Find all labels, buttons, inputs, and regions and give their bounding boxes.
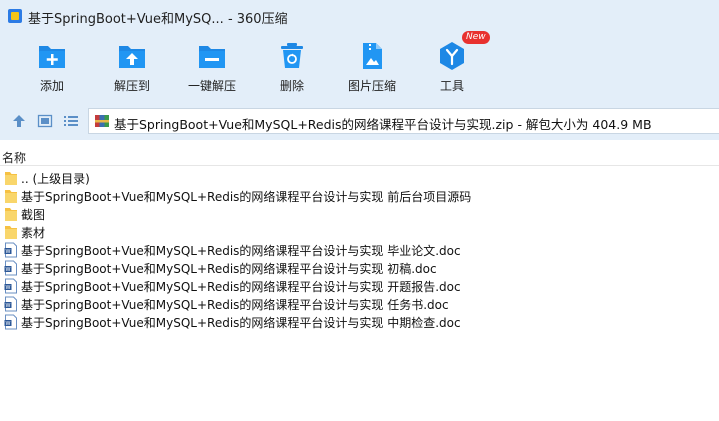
up-arrow-icon[interactable] [11, 113, 27, 129]
list-item[interactable]: .. (上级目录) [0, 169, 719, 187]
window-title: 基于SpringBoot+Vue和MySQ... - 360压缩 [28, 12, 288, 27]
list-view-icon[interactable] [63, 113, 79, 129]
svg-text:W: W [6, 321, 11, 327]
column-name[interactable]: 名称 [2, 149, 26, 166]
list-item[interactable]: W 基于SpringBoot+Vue和MySQL+Redis的网络课程平台设计与… [0, 241, 719, 259]
zip-archive-icon [95, 115, 109, 127]
one-click-extract-button[interactable]: 一键解压 [172, 36, 252, 98]
svg-text:W: W [6, 303, 11, 309]
toolbar: 添加 解压到 一键解压 删除 图片压缩 New 工具 [0, 31, 719, 98]
folder-icon [5, 208, 17, 221]
image-compress-icon [363, 43, 382, 69]
archive-path: 基于SpringBoot+Vue和MySQL+Redis的网络课程平台设计与实现… [114, 117, 652, 132]
doc-file-icon: W [4, 260, 17, 276]
folder-icon [5, 172, 17, 185]
extract-to-label: 解压到 [113, 79, 150, 93]
app-logo-icon [8, 9, 22, 23]
extract-to-icon [119, 46, 145, 68]
list-item[interactable]: 基于SpringBoot+Vue和MySQL+Redis的网络课程平台设计与实现… [0, 187, 719, 205]
delete-button[interactable]: 删除 [252, 36, 332, 98]
tools-button[interactable]: New 工具 [412, 31, 492, 98]
item-name: 基于SpringBoot+Vue和MySQL+Redis的网络课程平台设计与实现… [21, 298, 449, 312]
add-label: 添加 [39, 79, 64, 93]
doc-file-icon: W [4, 314, 17, 330]
column-header: 名称 [0, 146, 719, 166]
item-name: 基于SpringBoot+Vue和MySQL+Redis的网络课程平台设计与实现… [21, 280, 461, 294]
one-click-extract-icon [199, 46, 225, 68]
item-name: 基于SpringBoot+Vue和MySQL+Redis的网络课程平台设计与实现… [21, 316, 461, 330]
thumbnail-view-icon[interactable] [37, 113, 53, 129]
svg-text:W: W [6, 285, 11, 291]
folder-icon [5, 226, 17, 239]
add-button[interactable]: 添加 [12, 36, 92, 98]
delete-label: 删除 [279, 79, 304, 93]
item-name: 基于SpringBoot+Vue和MySQL+Redis的网络课程平台设计与实现… [21, 244, 461, 258]
address-bar[interactable]: 基于SpringBoot+Vue和MySQL+Redis的网络课程平台设计与实现… [88, 108, 719, 134]
extract-to-button[interactable]: 解压到 [92, 36, 172, 98]
svg-text:W: W [6, 249, 11, 255]
header-area: 基于SpringBoot+Vue和MySQ... - 360压缩 添加 解压到 [0, 0, 719, 140]
list-item[interactable]: W 基于SpringBoot+Vue和MySQL+Redis的网络课程平台设计与… [0, 295, 719, 313]
image-compress-button[interactable]: 图片压缩 [332, 36, 412, 98]
folder-icon [5, 190, 17, 203]
trash-icon [281, 43, 303, 68]
list-item[interactable]: 截图 [0, 205, 719, 223]
item-name: .. (上级目录) [21, 172, 90, 186]
doc-file-icon: W [4, 278, 17, 294]
title-bar[interactable]: 基于SpringBoot+Vue和MySQ... - 360压缩 [0, 0, 719, 32]
item-name: 截图 [21, 208, 46, 222]
list-item[interactable]: W 基于SpringBoot+Vue和MySQL+Redis的网络课程平台设计与… [0, 277, 719, 295]
one-click-extract-label: 一键解压 [187, 79, 236, 93]
doc-file-icon: W [4, 242, 17, 258]
item-name: 素材 [21, 226, 46, 240]
image-compress-label: 图片压缩 [347, 79, 396, 93]
add-folder-icon [39, 46, 65, 68]
svg-text:W: W [6, 267, 11, 273]
tools-icon [440, 42, 464, 70]
tools-label: 工具 [439, 79, 464, 93]
list-item[interactable]: W 基于SpringBoot+Vue和MySQL+Redis的网络课程平台设计与… [0, 259, 719, 277]
doc-file-icon: W [4, 296, 17, 312]
item-name: 基于SpringBoot+Vue和MySQL+Redis的网络课程平台设计与实现… [21, 262, 437, 276]
new-badge: New [462, 31, 490, 44]
list-item[interactable]: W 基于SpringBoot+Vue和MySQL+Redis的网络课程平台设计与… [0, 313, 719, 331]
item-name: 基于SpringBoot+Vue和MySQL+Redis的网络课程平台设计与实现… [21, 190, 472, 204]
list-item[interactable]: 素材 [0, 223, 719, 241]
